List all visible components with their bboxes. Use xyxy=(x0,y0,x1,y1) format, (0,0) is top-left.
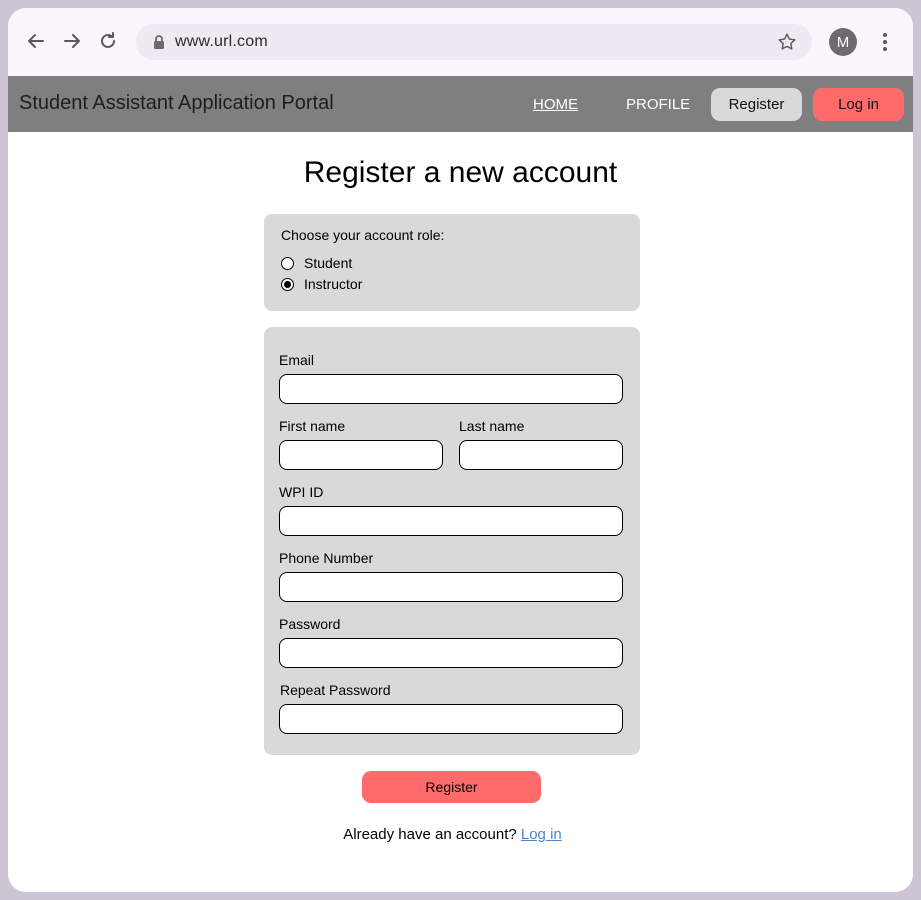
login-link[interactable]: Log in xyxy=(521,826,562,843)
page-title: Register a new account xyxy=(303,156,618,189)
email-label: Email xyxy=(279,352,315,368)
password-field[interactable] xyxy=(279,638,623,668)
profile-avatar[interactable]: M xyxy=(829,28,857,56)
bookmark-star-icon[interactable] xyxy=(776,31,798,53)
wpi-id-field[interactable] xyxy=(279,506,623,536)
nav-profile-link[interactable]: PROFILE xyxy=(626,96,690,113)
url-text: www.url.com xyxy=(175,33,268,50)
role-option-label: Instructor xyxy=(304,276,363,292)
login-prompt: Already have an account? Log in xyxy=(0,826,905,843)
reload-icon[interactable] xyxy=(96,29,120,53)
app-header: Student Assistant Application Portal HOM… xyxy=(8,76,913,132)
header-login-button[interactable]: Log in xyxy=(813,88,904,121)
browser-toolbar: www.url.com M xyxy=(8,8,913,76)
registration-form: Email First name Last name WPI ID Phone … xyxy=(264,327,640,755)
password-label: Password xyxy=(279,616,341,632)
last-name-field[interactable] xyxy=(459,440,623,470)
email-field[interactable] xyxy=(279,374,623,404)
first-name-field[interactable] xyxy=(279,440,443,470)
wpi-id-label: WPI ID xyxy=(279,484,324,500)
address-bar[interactable]: www.url.com xyxy=(136,24,812,60)
first-name-label: First name xyxy=(279,418,346,434)
lock-icon xyxy=(154,35,164,49)
login-prompt-text: Already have an account? xyxy=(343,826,517,843)
student-radio[interactable] xyxy=(281,256,294,270)
repeat-password-label: Repeat Password xyxy=(280,682,391,698)
repeat-password-field[interactable] xyxy=(279,704,623,734)
last-name-label: Last name xyxy=(459,418,525,434)
brand-title: Student Assistant Application Portal xyxy=(19,92,334,114)
role-selection-panel: Choose your account role: Student Instru… xyxy=(264,214,640,311)
nav-home-link[interactable]: HOME xyxy=(533,96,578,113)
more-menu-icon[interactable] xyxy=(876,30,894,54)
role-option-instructor[interactable]: Instructor xyxy=(281,276,362,292)
back-icon[interactable] xyxy=(24,29,48,53)
forward-icon[interactable] xyxy=(60,29,84,53)
instructor-radio[interactable] xyxy=(281,277,294,291)
register-submit-button[interactable]: Register xyxy=(362,771,541,803)
phone-field[interactable] xyxy=(279,572,623,602)
role-option-label: Student xyxy=(304,255,353,271)
role-prompt: Choose your account role: xyxy=(281,227,445,243)
role-option-student[interactable]: Student xyxy=(281,255,352,271)
phone-label: Phone Number xyxy=(279,550,374,566)
header-register-button[interactable]: Register xyxy=(711,88,802,121)
